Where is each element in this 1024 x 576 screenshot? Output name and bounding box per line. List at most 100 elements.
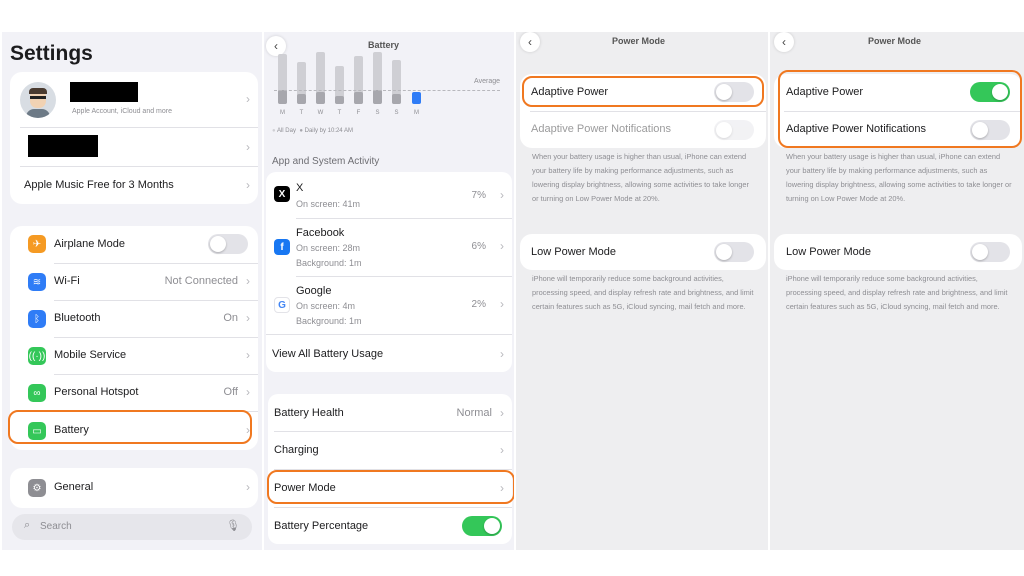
- chart-bar: [412, 92, 421, 104]
- app-row-x[interactable]: X X On screen: 41m 7% ›: [266, 172, 512, 218]
- adaptive-notifications-row[interactable]: Adaptive Power Notifications: [520, 112, 766, 148]
- chart-legend: ● All Day ● Daily by 10:24 AM: [272, 128, 353, 134]
- settings-item-general[interactable]: ⚙ General ›: [10, 468, 258, 508]
- apple-music-promo[interactable]: Apple Music Free for 3 Months ›: [10, 167, 258, 204]
- average-line: [274, 90, 500, 91]
- chart-bar: [373, 90, 382, 104]
- bluetooth-icon: ᛒ: [28, 310, 46, 328]
- account-subtitle: Apple Account, iCloud and more: [72, 108, 173, 115]
- app-row-google[interactable]: G Google On screen: 4m Background: 1m 2%…: [266, 277, 512, 334]
- chevron-right-icon: ›: [246, 480, 250, 494]
- adaptive-power-toggle[interactable]: [714, 82, 754, 102]
- low-power-mode-toggle[interactable]: [714, 242, 754, 262]
- chart-bar: [316, 92, 325, 104]
- chevron-right-icon: ›: [500, 297, 504, 311]
- hotspot-icon: ∞: [28, 384, 46, 402]
- nav-title: Power Mode: [868, 36, 922, 46]
- page-title: Settings: [10, 42, 93, 65]
- avatar: [20, 82, 56, 118]
- google-icon: G: [274, 297, 290, 313]
- chart-bar: [278, 90, 287, 104]
- account-card: Apple Account, iCloud and more › › Apple…: [10, 72, 258, 204]
- chevron-right-icon: ›: [500, 481, 504, 495]
- connectivity-card: ✈ Airplane Mode ≋ Wi-Fi Not Connected › …: [10, 226, 258, 450]
- chevron-right-icon: ›: [246, 274, 250, 288]
- chart-bar: [335, 96, 344, 104]
- search-field[interactable]: ⌕ Search 🎙︎: [12, 514, 252, 540]
- adaptive-note: When your battery usage is higher than u…: [786, 152, 1012, 203]
- settings-item-bluetooth[interactable]: ᛒ Bluetooth On ›: [10, 301, 258, 337]
- settings-item-battery[interactable]: ▭ Battery ›: [10, 412, 258, 450]
- nav-title: Battery: [368, 40, 400, 50]
- low-power-mode-toggle[interactable]: [970, 242, 1010, 262]
- chart-bar: [297, 94, 306, 104]
- airplane-icon: ✈: [28, 235, 46, 253]
- adaptive-power-row[interactable]: Adaptive Power: [774, 74, 1022, 111]
- account-row[interactable]: Apple Account, iCloud and more ›: [10, 72, 258, 127]
- average-label: Average: [474, 78, 500, 85]
- search-icon: ⌕: [24, 519, 31, 531]
- chart-bar: [392, 94, 401, 104]
- settings-panel: Settings Apple Account, iCloud and more …: [2, 32, 262, 550]
- general-card: ⚙ General ›: [10, 468, 258, 508]
- settings-item-wifi[interactable]: ≋ Wi-Fi Not Connected ›: [10, 264, 258, 300]
- back-button[interactable]: ‹: [774, 32, 794, 52]
- back-button[interactable]: ‹: [520, 32, 540, 52]
- view-all-battery-usage[interactable]: View All Battery Usage ›: [266, 335, 512, 372]
- adaptive-card: Adaptive Power Adaptive Power Notificati…: [774, 74, 1022, 148]
- redacted-name: [70, 82, 138, 102]
- adaptive-power-row[interactable]: Adaptive Power: [520, 74, 766, 111]
- redacted-row[interactable]: ›: [10, 128, 258, 166]
- settings-item-mobile-service[interactable]: ((·)) Mobile Service ›: [10, 338, 258, 374]
- chevron-right-icon: ›: [246, 423, 250, 437]
- section-header: App and System Activity: [272, 156, 380, 167]
- chevron-right-icon: ›: [500, 347, 504, 361]
- battery-options-card: Battery Health Normal › Charging › Power…: [268, 394, 512, 544]
- chevron-right-icon: ›: [500, 188, 504, 202]
- app-row-facebook[interactable]: f Facebook On screen: 28m Background: 1m…: [266, 219, 512, 276]
- chevron-right-icon: ›: [500, 406, 504, 420]
- adaptive-notifications-toggle[interactable]: [714, 120, 754, 140]
- chevron-right-icon: ›: [246, 348, 250, 362]
- chevron-right-icon: ›: [246, 92, 250, 106]
- power-mode-panel-after: ‹ Power Mode Adaptive Power Adaptive Pow…: [770, 32, 1024, 550]
- screenshot-stage: Settings Apple Account, iCloud and more …: [0, 0, 1024, 576]
- adaptive-power-toggle[interactable]: [970, 82, 1010, 102]
- battery-percentage-row[interactable]: Battery Percentage: [268, 508, 512, 544]
- chevron-right-icon: ›: [500, 443, 504, 457]
- low-power-mode-row[interactable]: Low Power Mode: [520, 234, 766, 270]
- low-power-note: iPhone will temporarily reduce some back…: [786, 274, 1008, 311]
- power-mode-panel-before: ‹ Power Mode Adaptive Power Adaptive Pow…: [516, 32, 768, 550]
- chart-bar: [354, 92, 363, 104]
- adaptive-card: Adaptive Power Adaptive Power Notificati…: [520, 74, 766, 148]
- usage-chart: Average M T W T F S S M ● All Day ● Dail…: [264, 50, 514, 140]
- nav-title: Power Mode: [612, 36, 666, 46]
- airplane-mode-toggle[interactable]: [208, 234, 248, 254]
- antenna-icon: ((·)): [28, 347, 46, 365]
- wifi-icon: ≋: [28, 273, 46, 291]
- adaptive-notifications-toggle[interactable]: [970, 120, 1010, 140]
- app-activity-card: X X On screen: 41m 7% › f Facebook On sc…: [266, 172, 512, 372]
- battery-panel: ‹ Battery Average M T W T F S S M ● All …: [264, 32, 514, 550]
- search-placeholder: Search: [40, 521, 72, 532]
- settings-item-airplane-mode[interactable]: ✈ Airplane Mode: [10, 226, 258, 263]
- low-power-card: Low Power Mode: [774, 234, 1022, 270]
- settings-item-personal-hotspot[interactable]: ∞ Personal Hotspot Off ›: [10, 375, 258, 411]
- facebook-icon: f: [274, 239, 290, 255]
- battery-icon: ▭: [28, 422, 46, 440]
- low-power-mode-row[interactable]: Low Power Mode: [774, 234, 1022, 270]
- low-power-card: Low Power Mode: [520, 234, 766, 270]
- battery-percentage-toggle[interactable]: [462, 516, 502, 536]
- low-power-note: iPhone will temporarily reduce some back…: [532, 274, 754, 311]
- gear-icon: ⚙: [28, 479, 46, 497]
- power-mode-row[interactable]: Power Mode ›: [268, 470, 512, 507]
- chevron-right-icon: ›: [500, 239, 504, 253]
- charging-row[interactable]: Charging ›: [268, 432, 512, 469]
- chevron-right-icon: ›: [246, 385, 250, 399]
- microphone-icon[interactable]: 🎙︎: [226, 519, 240, 532]
- adaptive-notifications-row[interactable]: Adaptive Power Notifications: [774, 112, 1022, 148]
- chevron-right-icon: ›: [246, 311, 250, 325]
- x-logo-icon: X: [274, 186, 290, 202]
- battery-health-row[interactable]: Battery Health Normal ›: [268, 394, 512, 431]
- adaptive-note: When your battery usage is higher than u…: [532, 152, 749, 203]
